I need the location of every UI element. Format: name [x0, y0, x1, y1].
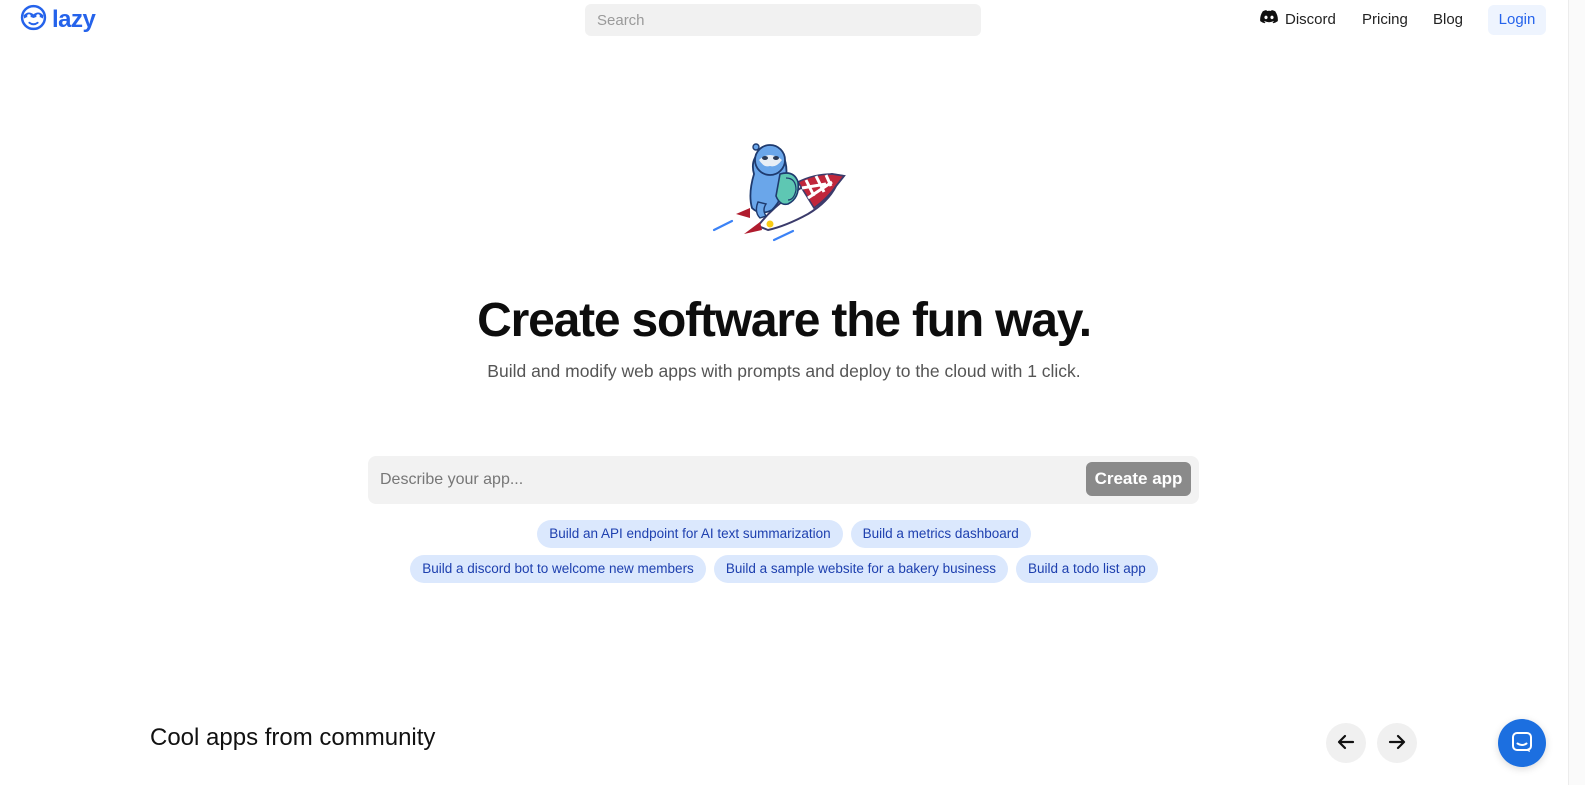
suggestion-chip[interactable]: Build an API endpoint for AI text summar…: [537, 520, 843, 548]
nav-discord-link[interactable]: Discord: [1260, 10, 1336, 30]
chat-support-button[interactable]: [1498, 719, 1546, 767]
top-navigation-bar: lazy Discord Pricing Blog Login: [0, 0, 1568, 40]
carousel-next-button[interactable]: [1377, 723, 1417, 763]
suggestion-chip[interactable]: Build a metrics dashboard: [850, 520, 1031, 548]
sloth-face-icon: [20, 4, 47, 36]
chat-icon: [1510, 730, 1534, 757]
arrow-right-icon: [1387, 732, 1407, 755]
nav-discord-label: Discord: [1285, 11, 1336, 28]
suggestion-chip[interactable]: Build a sample website for a bakery busi…: [713, 555, 1008, 583]
suggestion-row: Build an API endpoint for AI text summar…: [0, 520, 1568, 548]
arrow-left-icon: [1336, 732, 1356, 755]
describe-app-input[interactable]: [368, 456, 1068, 504]
discord-icon: [1260, 10, 1278, 30]
login-button[interactable]: Login: [1488, 5, 1546, 35]
hero-title: Create software the fun way.: [477, 294, 1092, 347]
page-scrollbar[interactable]: [1568, 0, 1585, 785]
app-prompt-box: Create app: [368, 456, 1199, 504]
suggestion-row: Build a discord bot to welcome new membe…: [0, 555, 1568, 583]
sloth-rocket-illustration: [710, 138, 850, 246]
create-app-button[interactable]: Create app: [1086, 462, 1191, 496]
carousel-prev-button[interactable]: [1326, 723, 1366, 763]
search-input[interactable]: [585, 4, 981, 36]
logo-link[interactable]: lazy: [20, 4, 96, 36]
suggestion-chip[interactable]: Build a discord bot to welcome new membe…: [410, 555, 706, 583]
nav-blog-link[interactable]: Blog: [1433, 10, 1463, 30]
community-section-title: Cool apps from community: [150, 724, 436, 751]
logo-text: lazy: [52, 6, 96, 33]
hero-subtitle: Build and modify web apps with prompts a…: [487, 361, 1081, 381]
suggestion-chip[interactable]: Build a todo list app: [1015, 555, 1158, 583]
nav-pricing-link[interactable]: Pricing: [1362, 10, 1408, 30]
